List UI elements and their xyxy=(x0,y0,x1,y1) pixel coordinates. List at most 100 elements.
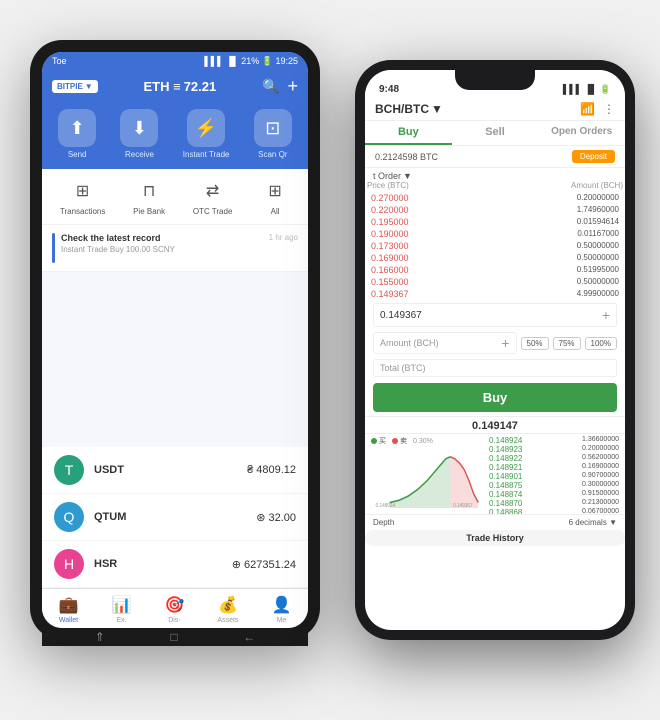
hsr-balance: ⊕ 627351.24 xyxy=(232,558,296,571)
table-row: 0.270000 0.20000000 xyxy=(371,192,619,204)
svg-text:0.148924: 0.148924 xyxy=(376,503,396,508)
buy-legend-label: 买 xyxy=(379,436,386,446)
pie-bank-menu[interactable]: ⊓ Pie Bank xyxy=(133,177,165,216)
sell-tab[interactable]: Sell xyxy=(452,121,539,145)
table-row: 0.148901 0.90700000 xyxy=(489,472,619,481)
chart-left: 买 卖 0.30% xyxy=(371,436,483,512)
sell-price-2: 0.220000 xyxy=(371,205,409,215)
receive-action[interactable]: ⬇ Receive xyxy=(120,109,158,159)
android-status-bar: Toe ▌▌▌ ▐▌ 21% 🔋 19:25 xyxy=(42,52,308,70)
header-icons: 🔍 + xyxy=(262,76,298,97)
trading-footer: Depth 6 decimals ▼ xyxy=(365,514,625,530)
usdt-balance: ₴ 4809.12 xyxy=(247,464,296,476)
ios-notch xyxy=(455,70,535,90)
notification[interactable]: Check the latest record Instant Trade Bu… xyxy=(42,225,308,272)
buy-legend: 买 xyxy=(371,436,386,446)
hsr-icon: H xyxy=(54,549,84,579)
ex-nav[interactable]: 📊 Ex. xyxy=(111,595,131,624)
notif-time: 1 hr ago xyxy=(269,233,298,242)
ios-screen: 9:48 ▌▌▌ ▐▌ 🔋 BCH/BTC ▼ 📶 ⋮ Buy Sell Ope… xyxy=(365,70,625,630)
total-field[interactable]: Total (BTC) xyxy=(373,359,617,377)
dis-nav[interactable]: 🎯 Dis- xyxy=(164,595,184,624)
wallet-nav-label: Wallet xyxy=(59,617,78,624)
sell-price-5: 0.173000 xyxy=(371,241,409,251)
more-icon[interactable]: ⋮ xyxy=(603,102,615,116)
buy-button[interactable]: Buy xyxy=(373,383,617,412)
assets-nav-icon: 💰 xyxy=(218,595,238,615)
trade-history-tab[interactable]: Trade History xyxy=(365,530,625,546)
table-row: 0.148875 0.30000000 xyxy=(489,481,619,490)
token-item-usdt[interactable]: T USDT ₴ 4809.12 xyxy=(42,447,308,494)
chart-icon[interactable]: 📶 xyxy=(580,102,595,116)
dis-nav-label: Dis- xyxy=(168,617,180,624)
sell-orders: 0.270000 0.20000000 0.220000 1.74960000 … xyxy=(365,192,625,300)
all-icon: ⊞ xyxy=(260,177,290,205)
instant-trade-action[interactable]: ⚡ Instant Trade xyxy=(183,109,230,159)
table-row: 0.169000 0.50000000 xyxy=(371,252,619,264)
order-type-row: t Order ▼ xyxy=(365,168,625,181)
gesture-back: ⇑ xyxy=(95,630,105,644)
table-row: 0.195000 0.01594614 xyxy=(371,216,619,228)
quick-actions: ⬆ Send ⬇ Receive ⚡ Instant Trade ⊡ Scan … xyxy=(42,105,308,169)
deposit-button[interactable]: Deposit xyxy=(572,150,615,163)
qtum-balance: ⊛ 32.00 xyxy=(256,511,296,524)
buy-dot xyxy=(371,438,377,444)
otc-trade-icon: ⇄ xyxy=(198,177,228,205)
buy-tab[interactable]: Buy xyxy=(365,121,452,145)
notif-title: Check the latest record xyxy=(61,233,175,243)
sell-price-4: 0.190000 xyxy=(371,229,409,239)
scan-qr-action[interactable]: ⊡ Scan Qr xyxy=(254,109,292,159)
otc-trade-menu[interactable]: ⇄ OTC Trade xyxy=(193,177,233,216)
pct-75[interactable]: 75% xyxy=(553,337,581,350)
all-menu[interactable]: ⊞ All xyxy=(260,177,290,216)
token-item-hsr[interactable]: H HSR ⊕ 627351.24 xyxy=(42,541,308,588)
mid-price-value: 0.149147 xyxy=(472,420,518,432)
eth-title: ETH ≡ 72.21 xyxy=(144,79,217,94)
add-icon[interactable]: + xyxy=(287,76,298,97)
assets-nav-label: Assets xyxy=(217,617,238,624)
bitpie-logo[interactable]: BITPIE ▼ xyxy=(52,80,98,93)
trading-pair[interactable]: BCH/BTC ▼ xyxy=(375,102,443,116)
notif-content: Check the latest record Instant Trade Bu… xyxy=(61,233,175,254)
ios-phone: 9:48 ▌▌▌ ▐▌ 🔋 BCH/BTC ▼ 📶 ⋮ Buy Sell Ope… xyxy=(355,60,635,640)
table-row: 0.148924 1.36600000 xyxy=(489,436,619,445)
pct-100[interactable]: 100% xyxy=(585,337,617,350)
amount-plus-icon[interactable]: + xyxy=(501,335,509,351)
scan-qr-label: Scan Qr xyxy=(258,150,287,159)
android-header: BITPIE ▼ ETH ≡ 72.21 🔍 + xyxy=(42,70,308,105)
dis-nav-icon: 🎯 xyxy=(164,595,184,615)
bitpie-text: BITPIE xyxy=(57,82,83,91)
sell-price-1: 0.270000 xyxy=(371,193,409,203)
deposit-bar: 0.2124598 BTC Deposit xyxy=(365,146,625,168)
assets-nav[interactable]: 💰 Assets xyxy=(217,595,238,624)
price-input-row[interactable]: 0.149367 + xyxy=(373,303,617,327)
send-action[interactable]: ⬆ Send xyxy=(58,109,96,159)
me-nav[interactable]: 👤 Me xyxy=(271,595,291,624)
order-type-label[interactable]: t Order ▼ xyxy=(373,171,617,181)
ios-trading-header: BCH/BTC ▼ 📶 ⋮ xyxy=(365,98,625,121)
token-item-qtum[interactable]: Q QTUM ⊛ 32.00 xyxy=(42,494,308,541)
send-icon: ⬆ xyxy=(58,109,96,147)
pct-50[interactable]: 50% xyxy=(521,337,549,350)
chart-pct: 0.30% xyxy=(413,438,433,445)
table-row: 0.220000 1.74960000 xyxy=(371,204,619,216)
price-plus-icon[interactable]: + xyxy=(602,307,610,323)
amount-field[interactable]: Amount (BCH) + xyxy=(373,332,517,354)
android-screen: Toe ▌▌▌ ▐▌ 21% 🔋 19:25 BITPIE ▼ ETH ≡ 72… xyxy=(42,52,308,628)
table-row: 0.148870 0.21300000 xyxy=(489,499,619,508)
table-row: 0.173000 0.50000000 xyxy=(371,240,619,252)
decimals-chevron[interactable]: ▼ xyxy=(609,518,617,527)
sell-amount-8: 0.50000000 xyxy=(577,277,619,287)
wallet-nav[interactable]: 💼 Wallet xyxy=(59,595,79,624)
transactions-menu[interactable]: ⊞ Transactions xyxy=(60,177,106,216)
trade-tabs: Buy Sell Open Orders xyxy=(365,121,625,146)
ex-nav-icon: 📊 xyxy=(111,595,131,615)
instant-trade-label: Instant Trade xyxy=(183,150,230,159)
sell-amount-3: 0.01594614 xyxy=(577,217,619,227)
chart-area: 买 卖 0.30% xyxy=(365,434,625,514)
open-orders-tab[interactable]: Open Orders xyxy=(538,121,625,145)
amount-col-label: Amount (BCH) xyxy=(571,181,623,190)
search-icon[interactable]: 🔍 xyxy=(262,78,279,95)
depth-label: Depth xyxy=(373,518,394,527)
sell-amount-9: 4.99900000 xyxy=(577,289,619,299)
